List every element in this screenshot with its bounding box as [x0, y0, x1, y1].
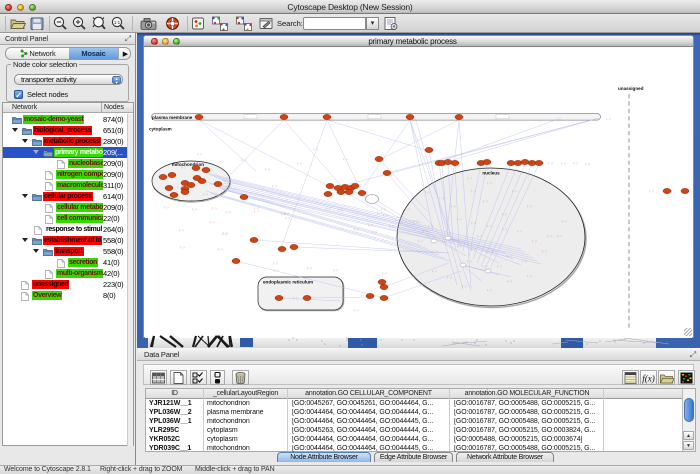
svg-text:f(x): f(x)	[642, 374, 655, 384]
